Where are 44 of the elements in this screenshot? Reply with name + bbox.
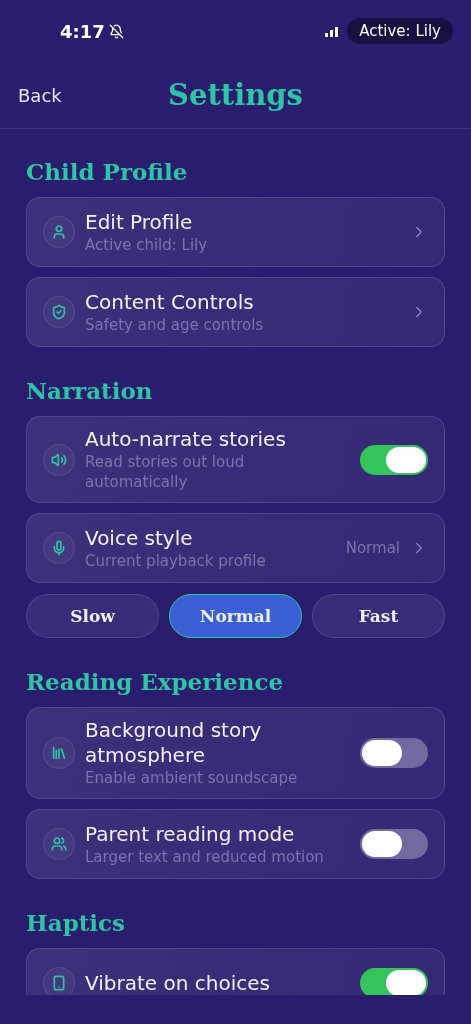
row-title: Content Controls bbox=[85, 289, 255, 315]
row-subtitle: Larger text and reduced motion bbox=[85, 846, 325, 867]
row-subtitle: Active child: Lily bbox=[85, 234, 209, 255]
row-title: Voice style bbox=[85, 525, 194, 551]
speed-option[interactable]: Slow bbox=[26, 594, 159, 638]
row-title: Auto-narrate stories bbox=[85, 427, 287, 452]
settings-row[interactable]: Background story atmosphere Enable ambient soundscape bbox=[26, 707, 445, 799]
books-icon bbox=[43, 737, 75, 769]
settings-row[interactable]: Voice style Current playback profile Normal bbox=[26, 513, 445, 583]
microphone-icon bbox=[43, 532, 75, 564]
section-title: Narration bbox=[26, 376, 154, 406]
bell-off-icon bbox=[108, 23, 124, 39]
toggle-switch[interactable] bbox=[360, 444, 428, 475]
row-subtitle: Read stories out loud automatically bbox=[85, 452, 246, 492]
section-title: Reading Experience bbox=[26, 667, 285, 697]
row-value: Normal bbox=[345, 539, 400, 557]
speed-option[interactable]: Normal bbox=[169, 594, 302, 638]
person-icon bbox=[43, 216, 75, 248]
row-title: Edit Profile bbox=[85, 209, 194, 235]
back-button[interactable]: Back bbox=[0, 84, 62, 106]
settings-row[interactable]: Parent reading mode Larger text and reduced motion bbox=[26, 809, 445, 879]
status-time: 4:17 bbox=[60, 20, 105, 42]
status-pill: Active: Lily bbox=[347, 18, 453, 44]
row-subtitle: Enable ambient soundscape bbox=[85, 768, 299, 788]
section-title: Haptics bbox=[26, 908, 127, 938]
page-title: Settings bbox=[168, 78, 303, 112]
settings-row[interactable]: Vibrate on choices bbox=[26, 948, 445, 995]
speaker-icon bbox=[43, 443, 75, 476]
row-title: Vibrate on choices bbox=[85, 970, 271, 995]
shield-check-icon bbox=[43, 296, 75, 328]
phone-icon bbox=[43, 967, 75, 995]
settings-row[interactable]: Auto-narrate stories Read stories out loud automatically bbox=[26, 416, 445, 503]
row-subtitle: Safety and age controls bbox=[85, 314, 265, 335]
row-title: Parent reading mode bbox=[85, 821, 296, 847]
toggle-switch[interactable] bbox=[360, 738, 428, 768]
row-title: Background story atmosphere bbox=[85, 718, 263, 768]
toggle-switch[interactable] bbox=[360, 968, 428, 995]
people-icon bbox=[43, 828, 75, 860]
settings-row[interactable]: Edit Profile Active child: Lily bbox=[26, 197, 445, 267]
settings-row[interactable]: Content Controls Safety and age controls bbox=[26, 277, 445, 347]
row-subtitle: Current playback profile bbox=[85, 550, 267, 571]
speed-option[interactable]: Fast bbox=[312, 594, 445, 638]
section-title: Child Profile bbox=[26, 157, 189, 187]
toggle-switch[interactable] bbox=[360, 829, 428, 859]
